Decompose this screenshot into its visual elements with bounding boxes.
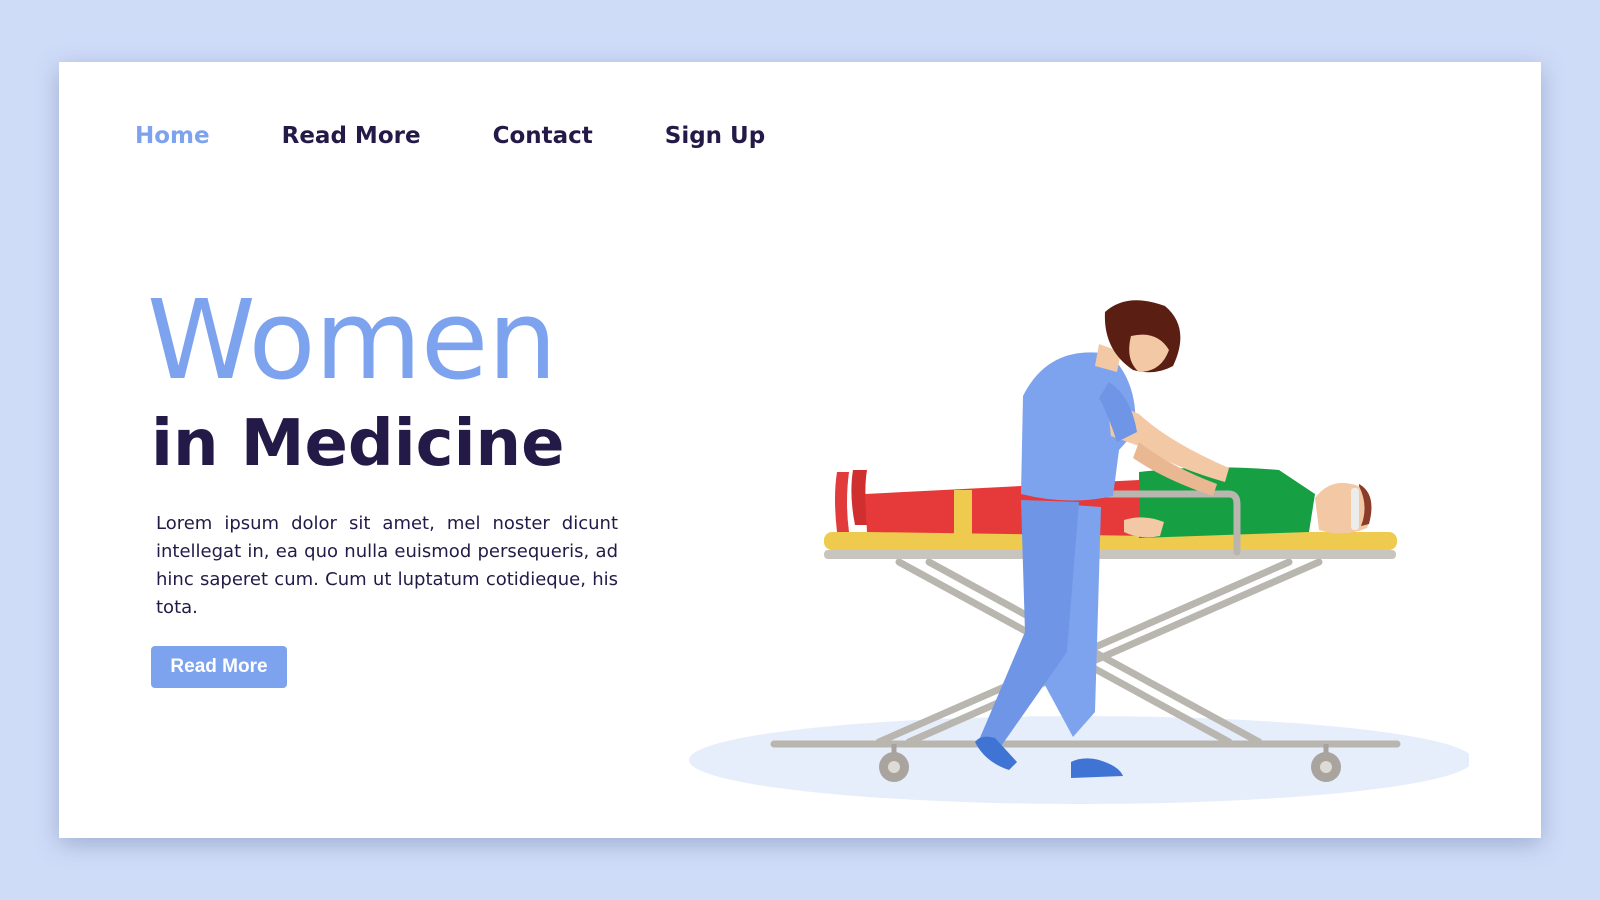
read-more-button[interactable]: Read More [151, 646, 287, 688]
top-nav: Home Read More Contact Sign Up [135, 116, 837, 156]
landing-page: Home Read More Contact Sign Up Women in … [59, 62, 1541, 838]
nav-read-more[interactable]: Read More [282, 123, 421, 149]
nav-home[interactable]: Home [135, 123, 210, 149]
hero-description: Lorem ipsum dolor sit amet, mel noster d… [156, 513, 618, 618]
hero-title: Women [147, 276, 557, 404]
nav-contact[interactable]: Contact [493, 123, 593, 149]
nav-sign-up[interactable]: Sign Up [665, 123, 765, 149]
hero-subtitle: in Medicine [151, 407, 565, 481]
stretcher-rail [824, 550, 1396, 559]
nurse-stretcher-illustration [689, 300, 1469, 804]
